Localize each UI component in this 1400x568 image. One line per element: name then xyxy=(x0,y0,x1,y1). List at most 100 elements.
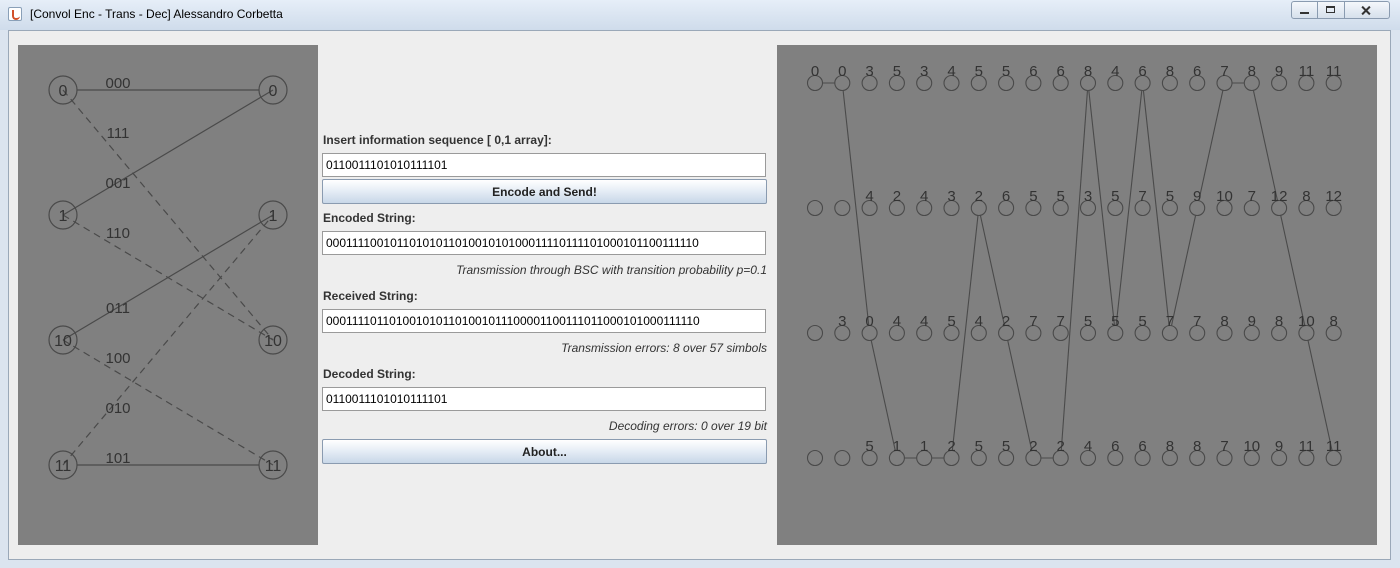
trellis-metric-r2-c12: 5 xyxy=(1138,313,1146,330)
trellis-metric-r0-c5: 4 xyxy=(947,63,955,80)
trellis-metric-r0-c9: 6 xyxy=(1057,63,1065,80)
trellis-metric-r0-c15: 7 xyxy=(1220,63,1228,80)
trellis-metric-r2-c15: 8 xyxy=(1220,313,1228,330)
trellis-node-r3-c0 xyxy=(806,449,824,467)
trellis-metric-r0-c18: 11 xyxy=(1299,63,1315,80)
edge-label-5: 100 xyxy=(105,350,130,367)
title-bar[interactable]: [Convol Enc - Trans - Dec] Alessandro Co… xyxy=(0,0,1400,30)
maximize-button[interactable] xyxy=(1318,1,1345,19)
trellis-metric-r3-c7: 5 xyxy=(1002,438,1010,455)
right-state-label-11: 11 xyxy=(265,458,282,475)
trellis-metric-r3-c16: 10 xyxy=(1243,438,1260,455)
trellis-metric-r2-c16: 9 xyxy=(1248,313,1256,330)
right-state-label-1: 1 xyxy=(269,208,278,225)
trellis-metric-r1-c17: 12 xyxy=(1271,188,1288,205)
decoded-string-label: Decoded String: xyxy=(323,367,416,381)
trellis-metric-r0-c7: 5 xyxy=(1002,63,1010,80)
edge-label-1: 111 xyxy=(107,125,130,142)
trellis-metric-r2-c19: 8 xyxy=(1330,313,1338,330)
state-diagram-canvas: 000111001110011100010101011011011011 xyxy=(48,75,288,480)
trellis-metric-r1-c2: 4 xyxy=(865,188,873,205)
transmission-errors-text: Transmission errors: 8 over 57 simbols xyxy=(561,341,767,355)
encode-send-button[interactable]: Encode and Send! xyxy=(322,179,767,204)
left-state-label-1: 1 xyxy=(59,208,68,225)
trellis-metric-r2-c6: 4 xyxy=(975,313,983,330)
trellis-metric-r3-c3: 1 xyxy=(893,438,901,455)
left-state-label-0: 0 xyxy=(59,83,68,100)
trellis-metric-r3-c4: 1 xyxy=(920,438,928,455)
trellis-metric-r3-c13: 8 xyxy=(1166,438,1174,455)
trellis-metric-r2-c18: 10 xyxy=(1298,313,1315,330)
edge-label-3: 110 xyxy=(106,225,130,242)
trellis-node-r1-c1 xyxy=(834,199,851,217)
trellis-metric-r1-c13: 5 xyxy=(1166,188,1174,205)
trellis-metric-r1-c6: 2 xyxy=(975,188,983,205)
trellis-metric-r2-c9: 7 xyxy=(1057,313,1065,330)
about-button[interactable]: About... xyxy=(322,439,767,464)
trellis-metric-r0-c4: 3 xyxy=(920,63,928,80)
trellis-metric-r0-c0: 0 xyxy=(811,63,819,80)
info-sequence-input[interactable] xyxy=(322,153,766,177)
trellis-metric-r2-c11: 5 xyxy=(1111,313,1119,330)
trellis-panel: 0 0 3 5 3 4 5 5 6 6 8 4 6 8 6 7 8 9 11 11 4 2 4 3 2 6 5 5 3 5 7 5 9 10 7 12… xyxy=(777,45,1377,545)
trellis-metric-r1-c14: 9 xyxy=(1193,188,1201,205)
trellis-metric-r0-c19: 11 xyxy=(1326,63,1342,80)
trellis-metric-r2-c14: 7 xyxy=(1193,313,1201,330)
decoded-string-field[interactable] xyxy=(322,387,766,411)
trellis-metric-r0-c16: 8 xyxy=(1248,63,1256,80)
received-string-label: Received String: xyxy=(323,289,418,303)
trellis-metric-r1-c10: 3 xyxy=(1084,188,1092,205)
trellis-metric-r1-c7: 6 xyxy=(1002,188,1010,205)
trellis-metric-r1-c11: 5 xyxy=(1111,188,1119,205)
trellis-metric-r3-c9: 2 xyxy=(1057,438,1065,455)
left-state-label-11: 11 xyxy=(55,458,72,475)
trellis-metric-r3-c6: 5 xyxy=(975,438,983,455)
trellis-metric-r1-c5: 3 xyxy=(947,188,955,205)
trellis-metric-r0-c17: 9 xyxy=(1275,63,1283,80)
left-state-label-10: 10 xyxy=(54,333,72,350)
trellis-metric-r0-c8: 6 xyxy=(1029,63,1037,80)
trellis-node-r1-c0 xyxy=(806,199,824,217)
trellis-metric-r3-c15: 7 xyxy=(1220,438,1228,455)
minimize-button[interactable] xyxy=(1291,1,1318,19)
right-state-label-10: 10 xyxy=(264,333,282,350)
info-sequence-label: Insert information sequence [ 0,1 array]… xyxy=(323,133,552,147)
trellis-metric-r2-c2: 0 xyxy=(865,313,873,330)
trellis-node-r2-c0 xyxy=(806,324,824,342)
received-string-field[interactable] xyxy=(322,309,766,333)
trellis-metric-r3-c18: 11 xyxy=(1299,438,1315,455)
trellis-metric-r2-c4: 4 xyxy=(920,313,928,330)
survivor-path-segment-9 xyxy=(1060,82,1089,459)
transition-edge-11-to-1 xyxy=(62,214,274,466)
trellis-metric-r1-c16: 7 xyxy=(1248,188,1256,205)
trellis-metric-r2-c13: 7 xyxy=(1166,313,1174,330)
trellis-metric-r1-c12: 7 xyxy=(1138,188,1146,205)
trellis-metric-r2-c8: 7 xyxy=(1029,313,1037,330)
trellis-metric-r3-c19: 11 xyxy=(1326,438,1342,455)
state-diagram-panel: 000 111 001 110 011 100 010 101 0 1 10 11 0 1 10 11 xyxy=(18,45,318,545)
application-window: [Convol Enc - Trans - Dec] Alessandro Co… xyxy=(0,0,1400,568)
edge-label-7: 101 xyxy=(105,450,130,467)
trellis-metric-r0-c6: 5 xyxy=(975,63,983,80)
trellis-metric-r1-c15: 10 xyxy=(1216,188,1233,205)
trellis-metric-r3-c5: 2 xyxy=(947,438,955,455)
trellis-metric-r2-c3: 4 xyxy=(893,313,901,330)
transition-edge-1-to-0 xyxy=(62,89,274,216)
trellis-metric-r0-c1: 0 xyxy=(838,63,846,80)
trellis-metric-r1-c8: 5 xyxy=(1029,188,1037,205)
trellis-metric-r2-c7: 2 xyxy=(1002,313,1010,330)
trellis-metric-r3-c12: 6 xyxy=(1138,438,1146,455)
transition-edge-0-to-10 xyxy=(62,89,274,341)
close-button[interactable] xyxy=(1345,1,1390,19)
trellis-metric-r3-c14: 8 xyxy=(1193,438,1201,455)
trellis-metric-r3-c10: 4 xyxy=(1084,438,1092,455)
trellis-metric-r2-c5: 5 xyxy=(947,313,955,330)
encoded-string-field[interactable] xyxy=(322,231,766,255)
trellis-metric-r0-c10: 8 xyxy=(1084,63,1092,80)
window-title: [Convol Enc - Trans - Dec] Alessandro Co… xyxy=(30,7,283,21)
edge-label-6: 010 xyxy=(105,400,130,417)
edge-label-0: 000 xyxy=(105,75,130,92)
trellis-metric-r0-c12: 6 xyxy=(1138,63,1146,80)
trellis-metric-r2-c1: 3 xyxy=(838,313,846,330)
edge-label-2: 001 xyxy=(105,175,130,192)
